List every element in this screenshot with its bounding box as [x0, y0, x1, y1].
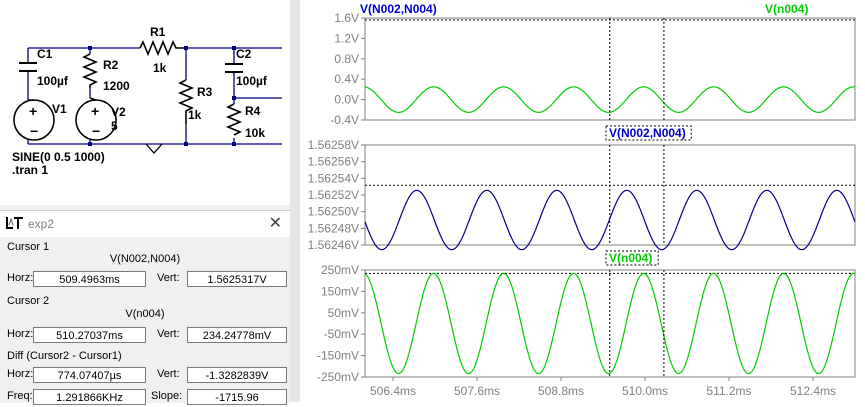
y-tick-label: -150mV — [317, 349, 359, 363]
y-tick-label: 150mV — [321, 284, 359, 298]
y-tick-label: 1.56246V — [308, 238, 359, 252]
y-tick-label: 1.56256V — [308, 155, 359, 169]
label-r3: R3 — [197, 85, 213, 99]
cursor2-vert-label: Vert: — [157, 328, 180, 340]
spice-directive-sine: SINE(0 0.5 1000) — [12, 150, 105, 164]
cursor2-vert-field[interactable]: 234.24778mV — [187, 327, 287, 343]
label-v1: V1 — [52, 102, 67, 116]
x-tick-label: 511.2ms — [706, 384, 751, 398]
label-c2: C2 — [236, 47, 252, 61]
ltspice-logo-icon — [6, 217, 23, 229]
spice-directive-tran: .tran 1 — [12, 163, 48, 177]
resistor-r4 — [225, 103, 243, 136]
cursor2-heading: Cursor 2 — [7, 295, 50, 307]
y-tick-label: 1.56252V — [308, 188, 359, 202]
cursor1-horz-label: Horz: — [7, 272, 34, 284]
y-tick-label: 1.56254V — [308, 171, 359, 185]
panel-title-bar[interactable]: exp2 ✕ — [0, 211, 290, 237]
diff-vert-field[interactable]: -1.3282839V — [187, 367, 287, 383]
label-r3-value: 1k — [188, 108, 202, 122]
cursor2-horz-field[interactable]: 510.27037ms — [33, 327, 146, 343]
label-c2-value: 100µf — [236, 74, 268, 88]
diff-freq-field[interactable]: 1.291866KHz — [33, 389, 146, 405]
resistor-r1 — [139, 39, 186, 57]
schematic-canvas: + + − − C1 100µf R1 1k R2 1200 V1 V2 5 R… — [12, 25, 282, 177]
svg-text:−: − — [30, 123, 38, 139]
y-tick-label: 1.56258V — [308, 138, 359, 152]
y-tick-label: 0.8V — [334, 52, 359, 66]
close-icon[interactable]: ✕ — [269, 213, 282, 233]
plot-trace-title: V(n004) — [609, 251, 652, 265]
pane-splitter[interactable] — [290, 0, 300, 402]
diff-slope-field[interactable]: -1715.96 — [187, 389, 287, 405]
ground-symbol — [145, 143, 163, 154]
y-tick-label: 1.6V — [334, 11, 359, 25]
diff-freq-label: Freq: — [7, 390, 33, 402]
cursor1-heading: Cursor 1 — [7, 241, 50, 253]
y-tick-label: 1.2V — [334, 31, 359, 45]
label-c1-value: 100µf — [37, 74, 69, 88]
diff-heading: Diff (Cursor2 - Cursor1) — [7, 350, 122, 362]
label-v2: V2 — [111, 105, 126, 119]
svg-text:+: + — [91, 103, 99, 119]
cursor1-trace-name: V(N002,N004) — [109, 253, 181, 265]
svg-text:−: − — [92, 123, 100, 139]
schematic-view[interactable]: + + − − C1 100µf R1 1k R2 1200 V1 V2 5 R… — [0, 0, 290, 205]
y-tick-label: 250mV — [321, 263, 359, 277]
cursor1-horz-field[interactable]: 509.4963ms — [33, 271, 146, 287]
plot-trace-title: V(N002,N004) — [609, 126, 686, 140]
plot-trace-title: V(n004) — [765, 2, 808, 16]
y-tick-label: 50mV — [328, 306, 359, 320]
cursor1-vert-label: Vert: — [157, 272, 180, 284]
label-r1-value: 1k — [153, 61, 167, 75]
resistor-r2 — [81, 53, 99, 88]
x-tick-label: 507.6ms — [454, 384, 500, 398]
y-tick-label: 1.56248V — [308, 221, 359, 235]
x-tick-label: 512.4ms — [790, 384, 836, 398]
waveform-canvas: V(N002,N004) V(n004) 1.6V 1.2V 0.8V 0.4V 0.0V -… — [308, 2, 856, 398]
label-c1: C1 — [37, 47, 53, 61]
diff-horz-field[interactable]: 774.07407µs — [33, 367, 146, 383]
y-tick-label: -250mV — [317, 370, 359, 384]
y-tick-label: 1.56250V — [308, 205, 359, 219]
cursor2-trace-name: V(n004) — [125, 308, 165, 320]
y-tick-label: 0.4V — [334, 72, 359, 86]
label-r2: R2 — [103, 58, 119, 72]
plot-trace-title: V(N002,N004) — [360, 2, 437, 16]
waveform-viewer[interactable]: V(N002,N004) V(n004) 1.6V 1.2V 0.8V 0.4V 0.0V -… — [300, 0, 865, 402]
y-tick-label: 0.0V — [334, 93, 359, 107]
cursor-panel: exp2 ✕ Cursor 1 V(N002,N004) Horz: 509.4… — [0, 210, 290, 405]
x-tick-label: 506.4ms — [370, 384, 416, 398]
diff-vert-label: Vert: — [157, 368, 180, 380]
label-r2-value: 1200 — [103, 79, 130, 93]
x-tick-label: 508.8ms — [538, 384, 584, 398]
label-r4: R4 — [245, 104, 261, 118]
svg-text:+: + — [29, 103, 37, 119]
label-v2-value: 5 — [111, 119, 118, 133]
cursor1-vert-field[interactable]: 1.5625317V — [187, 271, 287, 287]
diff-slope-label: Slope: — [151, 390, 183, 402]
y-tick-label: -50mV — [324, 327, 359, 341]
plot-pane-frame — [364, 17, 856, 121]
cursor2-horz-label: Horz: — [7, 328, 34, 340]
x-tick-label: 510.0ms — [622, 384, 668, 398]
panel-title: exp2 — [28, 217, 55, 231]
diff-horz-label: Horz: — [7, 368, 34, 380]
label-r1: R1 — [150, 25, 166, 39]
y-tick-label: -0.4V — [330, 113, 359, 127]
label-r4-value: 10k — [245, 126, 265, 140]
